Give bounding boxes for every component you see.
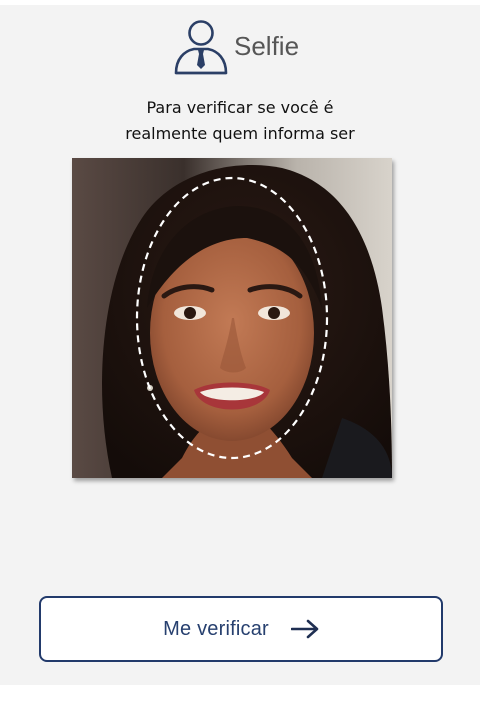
selfie-screen: Selfie Para verificar se você é realment… <box>0 5 480 685</box>
user-with-tie-icon <box>174 20 228 75</box>
instruction-text: Para verificar se você é realmente quem … <box>40 95 440 147</box>
header: Selfie <box>172 19 332 75</box>
instruction-line-1: Para verificar se você é <box>146 98 334 117</box>
verify-me-button[interactable]: Me verificar <box>39 596 443 662</box>
page-title: Selfie <box>234 31 300 61</box>
selfie-photo-illustration <box>72 158 392 478</box>
verify-me-button-label: Me verificar <box>163 617 269 640</box>
instruction-line-2: realmente quem informa ser <box>125 124 355 143</box>
arrow-right-icon <box>290 619 319 639</box>
selfie-photo <box>72 158 392 478</box>
